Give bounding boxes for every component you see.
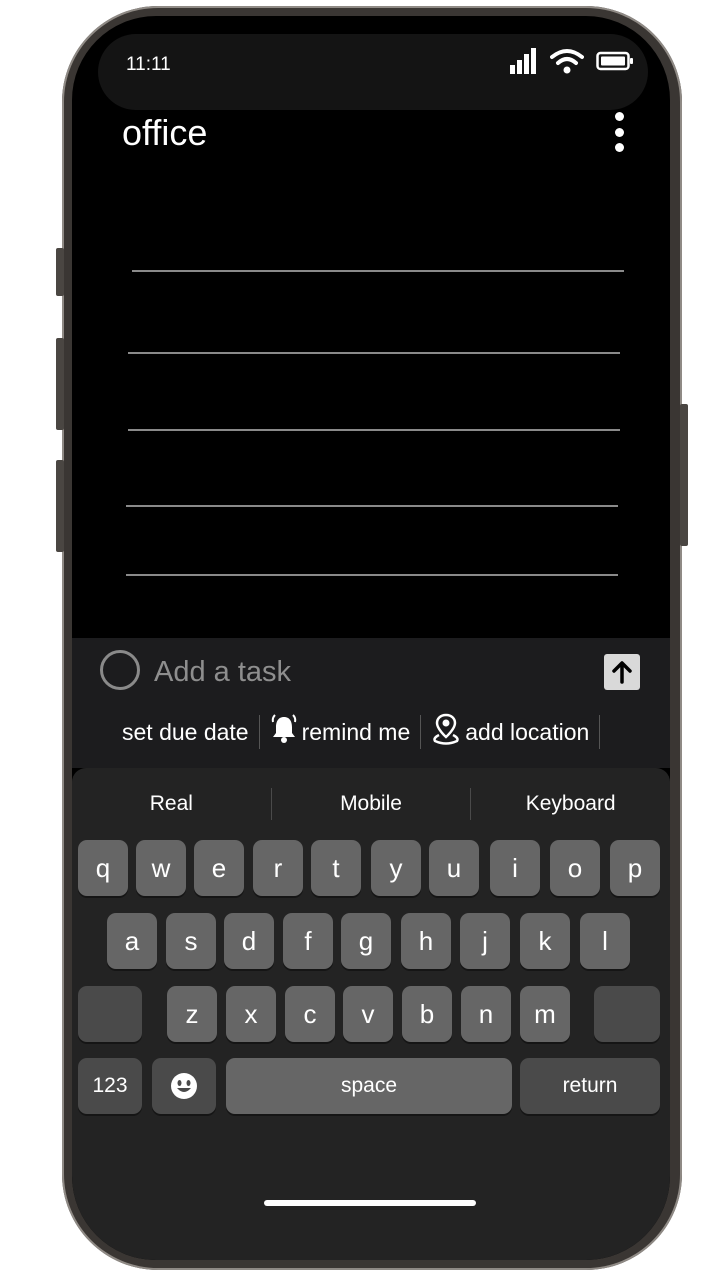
key-u[interactable]: u	[429, 840, 479, 896]
key-p[interactable]: p	[610, 840, 660, 896]
set-due-date-chip[interactable]: set due date	[112, 719, 259, 746]
add-location-chip[interactable]: add location	[421, 713, 599, 751]
home-indicator	[264, 1200, 476, 1206]
key-g[interactable]: g	[341, 913, 391, 969]
remind-me-label: remind me	[301, 718, 411, 745]
key-v[interactable]: v	[343, 986, 393, 1042]
key-j[interactable]: j	[460, 913, 510, 969]
key-w[interactable]: w	[136, 840, 186, 896]
set-due-date-label: set due date	[122, 718, 249, 745]
battery-icon	[596, 50, 634, 77]
key-z[interactable]: z	[167, 986, 217, 1042]
space-key[interactable]: space	[226, 1058, 512, 1114]
key-l[interactable]: l	[580, 913, 630, 969]
key-e[interactable]: e	[194, 840, 244, 896]
send-task-button[interactable]	[604, 654, 640, 690]
add-task-input[interactable]	[154, 652, 574, 692]
cellular-signal-icon	[510, 48, 538, 79]
remind-me-chip[interactable]: remind me	[260, 714, 421, 750]
suggestion-item[interactable]: Mobile	[272, 792, 471, 816]
key-t[interactable]: t	[311, 840, 361, 896]
task-options: set due date remind me add location	[112, 712, 601, 752]
suggestion-bar: Real Mobile Keyboard	[72, 784, 670, 824]
empty-task-line	[132, 270, 624, 272]
key-q[interactable]: q	[78, 840, 128, 896]
key-c[interactable]: c	[285, 986, 335, 1042]
empty-task-line	[128, 429, 620, 431]
wifi-icon	[550, 48, 584, 79]
add-location-label: add location	[465, 718, 590, 745]
arrow-up-icon	[612, 661, 632, 684]
more-vertical-icon[interactable]	[612, 112, 626, 152]
key-b[interactable]: b	[402, 986, 452, 1042]
bell-icon	[270, 714, 298, 750]
delete-key[interactable]	[594, 986, 660, 1042]
add-task-composer: set due date remind me	[72, 638, 670, 768]
key-y[interactable]: y	[371, 840, 421, 896]
status-time: 11:11	[126, 54, 171, 75]
key-r[interactable]: r	[253, 840, 303, 896]
numbers-key[interactable]: 123	[78, 1058, 142, 1114]
phone-screen: 11:11 office Add a task set due date rem…	[72, 16, 670, 1260]
key-s[interactable]: s	[166, 913, 216, 969]
key-i[interactable]: i	[490, 840, 540, 896]
key-o[interactable]: o	[550, 840, 600, 896]
keyboard: Real Mobile Keyboard q w e r t y u i o p…	[72, 768, 670, 1260]
key-n[interactable]: n	[461, 986, 511, 1042]
chip-divider	[599, 715, 601, 749]
phone-side-button	[56, 248, 64, 296]
empty-task-line	[126, 574, 618, 576]
key-h[interactable]: h	[401, 913, 451, 969]
suggestion-item[interactable]: Real	[72, 792, 271, 816]
emoji-icon	[171, 1073, 197, 1099]
phone-volume-down	[56, 460, 64, 552]
empty-task-line	[128, 352, 620, 354]
map-pin-icon	[431, 713, 461, 751]
empty-task-line	[126, 505, 618, 507]
key-m[interactable]: m	[520, 986, 570, 1042]
shift-key[interactable]	[78, 986, 142, 1042]
suggestion-item[interactable]: Keyboard	[471, 792, 670, 816]
list-title: office	[122, 112, 208, 153]
status-bar: 11:11	[72, 16, 670, 86]
phone-volume-up	[56, 338, 64, 430]
emoji-key[interactable]	[152, 1058, 216, 1114]
key-a[interactable]: a	[107, 913, 157, 969]
key-x[interactable]: x	[226, 986, 276, 1042]
task-complete-circle-icon	[100, 650, 140, 690]
key-f[interactable]: f	[283, 913, 333, 969]
return-key[interactable]: return	[520, 1058, 660, 1114]
key-k[interactable]: k	[520, 913, 570, 969]
phone-power-button	[680, 404, 688, 546]
key-d[interactable]: d	[224, 913, 274, 969]
